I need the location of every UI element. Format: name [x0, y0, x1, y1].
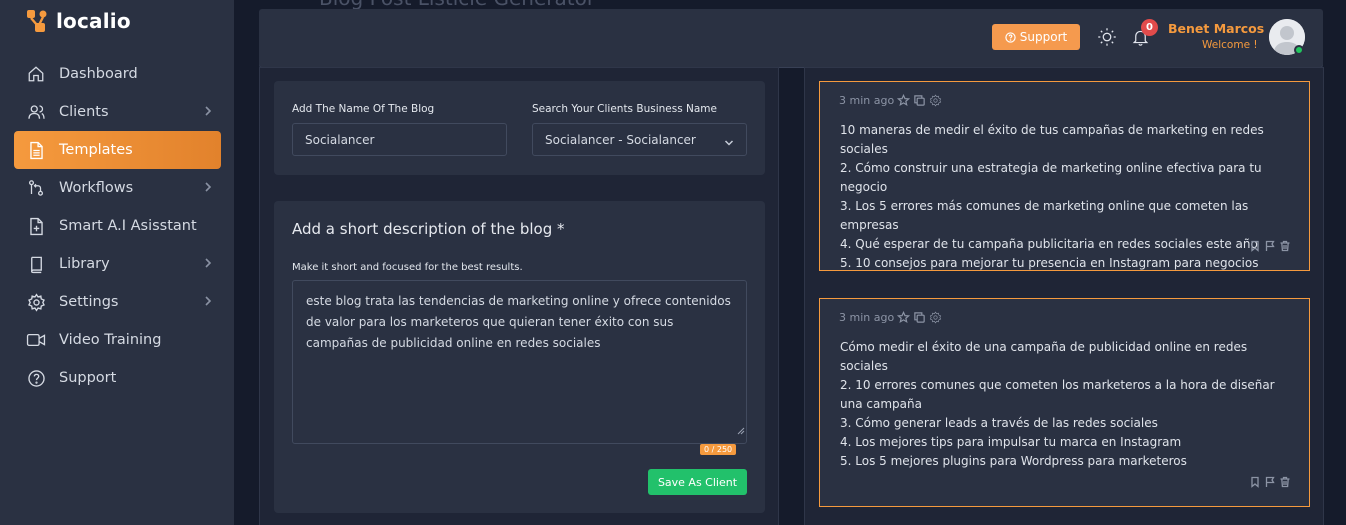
sidebar-item-workflows[interactable]: Workflows [14, 169, 221, 207]
notification-count-badge: 0 [1141, 19, 1158, 36]
resize-handle-icon[interactable] [737, 421, 745, 442]
sidebar-item-label: Clients [59, 104, 109, 120]
sidebar-item-label: Video Training [59, 332, 162, 348]
chevron-right-icon [203, 181, 213, 197]
gear-icon[interactable] [929, 94, 942, 107]
description-title: Add a short description of the blog * [292, 220, 565, 238]
gear-icon [26, 292, 46, 312]
file-plus-icon [26, 216, 46, 236]
sidebar-item-label: Templates [59, 142, 133, 158]
page-title: Blog Post Listicle Generator [319, 0, 595, 9]
blog-form-panel: Add The Name Of The Blog Socialancer Sea… [259, 67, 779, 525]
sidebar-item-settings[interactable]: Settings [14, 283, 221, 321]
result-actions [1249, 476, 1291, 488]
logo-icon [27, 10, 47, 32]
results-panel: 3 min ago 10 maneras de medir el éxito d… [804, 67, 1324, 525]
result-line: 2. Cómo construir una estrategia de mark… [840, 161, 1262, 194]
result-meta: 3 min ago [839, 311, 942, 324]
help-circle-icon [26, 368, 46, 388]
trash-icon[interactable] [1279, 476, 1291, 488]
save-as-client-button[interactable]: Save As Client [648, 469, 747, 495]
result-text: Cómo medir el éxito de una campaña de pu… [840, 338, 1295, 471]
chevron-right-icon [203, 105, 213, 121]
description-card: Add a short description of the blog * Ma… [274, 201, 765, 513]
result-line: 4. Los mejores tips para impulsar tu mar… [840, 435, 1182, 449]
client-search-label: Search Your Clients Business Name [532, 103, 717, 115]
result-line: 5. Los 5 mejores plugins para Wordpress … [840, 454, 1187, 468]
gear-icon[interactable] [929, 311, 942, 324]
flag-icon[interactable] [1264, 476, 1276, 488]
logo[interactable]: localio [26, 8, 131, 34]
result-line: 3. Los 5 errores más comunes de marketin… [840, 199, 1249, 232]
sidebar: localio Dashboard Clients Templates Work… [0, 0, 234, 525]
sidebar-item-smart-ai-assistant[interactable]: Smart A.I Asisstant [14, 207, 221, 245]
support-button[interactable]: Support [992, 24, 1080, 50]
description-value: este blog trata las tendencias de market… [306, 294, 731, 350]
description-hint: Make it short and focused for the best r… [292, 262, 523, 273]
support-button-label: Support [1019, 30, 1068, 44]
user-welcome: Welcome ! [1202, 39, 1258, 51]
sidebar-item-support[interactable]: Support [14, 359, 221, 397]
sun-icon [1098, 28, 1116, 46]
users-icon [26, 102, 46, 122]
result-card: 3 min ago 10 maneras de medir el éxito d… [819, 81, 1310, 271]
page-title-bar: Blog Post Listicle Generator [259, 0, 1323, 9]
description-textarea[interactable]: este blog trata las tendencias de market… [292, 280, 747, 444]
sidebar-nav: Dashboard Clients Templates Workflows Sm… [14, 55, 221, 397]
result-line: 5. 10 consejos para mejorar tu presencia… [840, 256, 1259, 270]
star-icon[interactable] [897, 94, 911, 107]
home-icon [26, 64, 46, 84]
help-circle-icon [1005, 31, 1016, 43]
chevron-right-icon [203, 257, 213, 273]
chevron-right-icon [203, 295, 213, 311]
result-time: 3 min ago [839, 311, 895, 324]
result-line: 3. Cómo generar leads a través de las re… [840, 416, 1158, 430]
bookmark-icon[interactable] [1249, 240, 1261, 252]
online-status-dot [1294, 45, 1304, 55]
bookmark-icon[interactable] [1249, 476, 1261, 488]
result-line: 2. 10 errores comunes que cometen los ma… [840, 378, 1275, 411]
chevron-down-icon [724, 136, 734, 150]
copy-icon[interactable] [913, 94, 926, 107]
result-line: 10 maneras de medir el éxito de tus camp… [840, 123, 1264, 156]
blog-name-value: Socialancer [305, 132, 375, 147]
result-time: 3 min ago [839, 94, 895, 107]
character-counter: 0 / 250 [700, 444, 737, 455]
sidebar-item-dashboard[interactable]: Dashboard [14, 55, 221, 93]
sidebar-item-label: Dashboard [59, 66, 138, 82]
client-select-value: Socialancer - Socialancer [545, 132, 696, 147]
sidebar-item-library[interactable]: Library [14, 245, 221, 283]
sidebar-item-label: Library [59, 256, 110, 272]
user-name[interactable]: Benet Marcos [1168, 21, 1264, 36]
document-icon [26, 140, 46, 160]
result-text: 10 maneras de medir el éxito de tus camp… [840, 121, 1295, 273]
theme-toggle[interactable] [1097, 27, 1117, 51]
sidebar-item-video-training[interactable]: Video Training [14, 321, 221, 359]
sidebar-item-label: Settings [59, 294, 119, 310]
result-line: 4. Qué esperar de tu campaña publicitari… [840, 237, 1258, 251]
copy-icon[interactable] [913, 311, 926, 324]
top-header: Support 0 Benet Marcos Welcome ! [259, 9, 1323, 67]
video-icon [26, 330, 46, 350]
sidebar-item-clients[interactable]: Clients [14, 93, 221, 131]
flag-icon[interactable] [1264, 240, 1276, 252]
result-actions [1249, 240, 1291, 252]
star-icon[interactable] [897, 311, 911, 324]
result-line: Cómo medir el éxito de una campaña de pu… [840, 340, 1248, 373]
book-icon [26, 254, 46, 274]
sidebar-item-templates[interactable]: Templates [14, 131, 221, 169]
blog-info-card: Add The Name Of The Blog Socialancer Sea… [274, 81, 765, 175]
sidebar-item-label: Support [59, 370, 117, 386]
sidebar-item-label: Smart A.I Asisstant [59, 218, 197, 234]
logo-text: localio [56, 9, 131, 33]
trash-icon[interactable] [1279, 240, 1291, 252]
blog-name-label: Add The Name Of The Blog [292, 103, 435, 115]
workflow-icon [26, 178, 46, 198]
result-meta: 3 min ago [839, 94, 942, 107]
client-select[interactable]: Socialancer - Socialancer [532, 123, 747, 156]
blog-name-input[interactable]: Socialancer [292, 123, 507, 156]
result-card: 3 min ago Cómo medir el éxito de una cam… [819, 298, 1310, 507]
sidebar-item-label: Workflows [59, 180, 134, 196]
